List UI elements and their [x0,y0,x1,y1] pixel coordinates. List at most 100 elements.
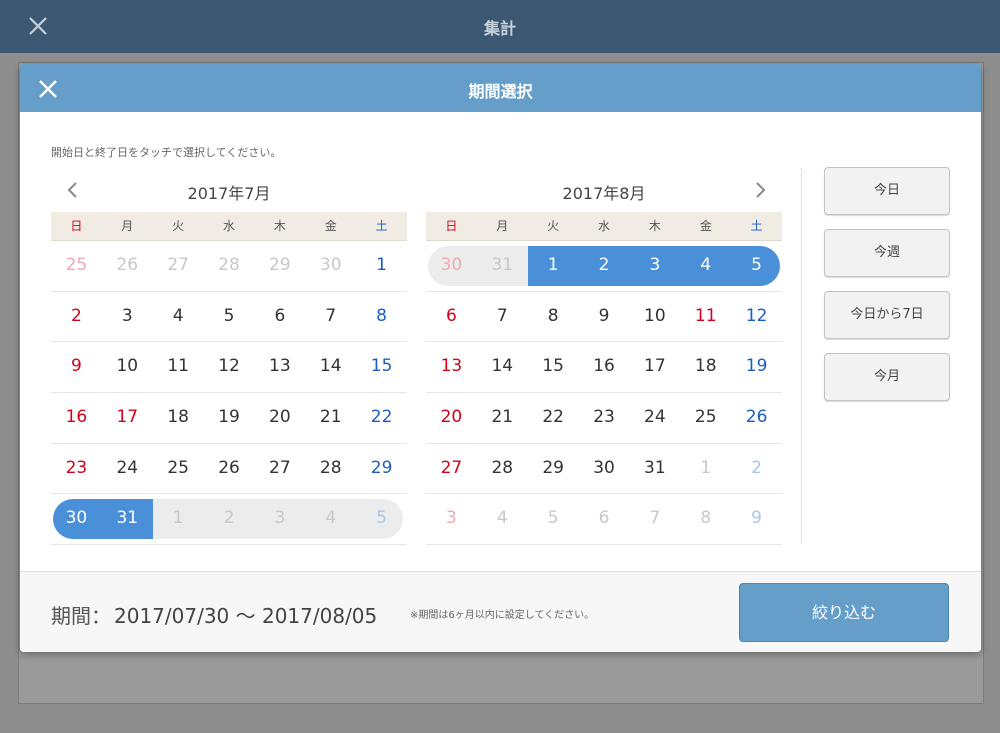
date-cell[interactable]: 23 [51,444,102,494]
date-cell[interactable]: 11 [153,342,204,392]
week-row: 27 28 29 30 31 1 2 [426,444,782,495]
week-row: 3456789 [426,494,782,546]
date-cell[interactable]: 16 [579,342,630,392]
date-cell[interactable]: 1 [680,444,731,494]
date-cell[interactable]: 4 [477,494,528,544]
weekday-label: 木 [273,219,286,233]
week-row: 30 31 1 2 3 4 5 [51,494,407,546]
weekday-label: 土 [750,219,763,233]
date-cell[interactable]: 20 [426,393,477,443]
date-cell[interactable]: 29 [356,444,407,494]
date-cell[interactable]: 30 [51,494,102,544]
date-cell[interactable]: 8 [356,292,407,342]
date-cell[interactable]: 6 [579,494,630,544]
date-cell[interactable]: 25 [680,393,731,443]
date-cell[interactable]: 5 [204,292,255,342]
date-cell[interactable]: 10 [629,292,680,342]
date-cell[interactable]: 30 [579,444,630,494]
weekday-header: 日 月 火 水 木 金 土 [426,212,782,241]
date-cell[interactable]: 5 [528,494,579,544]
week-row: 9 10 11 12 13 14 15 [51,342,407,394]
date-cell[interactable]: 9 [51,342,102,392]
date-cell[interactable]: 22 [356,393,407,443]
date-cell[interactable]: 30 [305,241,356,291]
date-cell[interactable]: 7 [629,494,680,544]
date-cell[interactable]: 26 [731,393,782,443]
date-cell[interactable]: 11 [680,292,731,342]
date-cell[interactable]: 17 [102,393,153,443]
date-cell[interactable]: 25 [153,444,204,494]
date-cell[interactable]: 27 [254,444,305,494]
date-cell[interactable]: 15 [528,342,579,392]
date-cell[interactable]: 20 [254,393,305,443]
date-cell[interactable]: 9 [579,292,630,342]
date-cell[interactable]: 4 [680,241,731,291]
date-cell[interactable]: 5 [731,241,782,291]
date-cell[interactable]: 18 [153,393,204,443]
week-row: 13 14 15 16 17 18 19 [426,342,782,394]
date-cell[interactable]: 23 [579,393,630,443]
date-cell[interactable]: 7 [305,292,356,342]
date-cell[interactable]: 14 [477,342,528,392]
date-cell[interactable]: 29 [254,241,305,291]
weekday-label: 金 [699,219,712,233]
date-cell[interactable]: 13 [254,342,305,392]
date-cell[interactable]: 3 [426,494,477,544]
date-cell[interactable]: 4 [305,494,356,544]
date-cell[interactable]: 25 [51,241,102,291]
date-cell[interactable]: 26 [102,241,153,291]
date-cell[interactable]: 8 [528,292,579,342]
date-cell[interactable]: 17 [629,342,680,392]
date-cell[interactable]: 28 [477,444,528,494]
date-cell[interactable]: 22 [528,393,579,443]
apply-filter-button[interactable]: 絞り込む [739,583,949,642]
date-cell[interactable]: 28 [305,444,356,494]
date-cell[interactable]: 27 [153,241,204,291]
date-cell[interactable]: 31 [629,444,680,494]
date-cell[interactable]: 2 [51,292,102,342]
date-cell[interactable]: 9 [731,494,782,544]
date-cell[interactable]: 3 [254,494,305,544]
today-button[interactable]: 今日 [824,167,950,215]
date-cell[interactable]: 2 [204,494,255,544]
date-cell[interactable]: 19 [204,393,255,443]
date-cell[interactable]: 12 [731,292,782,342]
date-cell[interactable]: 29 [528,444,579,494]
date-cell[interactable]: 3 [102,292,153,342]
date-cell[interactable]: 2 [579,241,630,291]
date-cell[interactable]: 30 [426,241,477,291]
date-cell[interactable]: 12 [204,342,255,392]
date-cell[interactable]: 31 [477,241,528,291]
date-cell[interactable]: 24 [629,393,680,443]
date-cell[interactable]: 1 [356,241,407,291]
date-grid: 25 26 27 28 29 30 1 2 3 4 5 6 7 8 9 10 11 12 13 14 15 16 17 18 1… [51,241,407,546]
date-cell[interactable]: 31 [102,494,153,544]
weekday-label: 火 [547,219,560,233]
date-cell[interactable]: 2 [731,444,782,494]
date-cell[interactable]: 21 [477,393,528,443]
date-cell[interactable]: 8 [680,494,731,544]
date-cell[interactable]: 3 [629,241,680,291]
date-cell[interactable]: 1 [153,494,204,544]
date-cell[interactable]: 27 [426,444,477,494]
date-cell[interactable]: 10 [102,342,153,392]
date-cell[interactable]: 6 [426,292,477,342]
date-cell[interactable]: 21 [305,393,356,443]
seven-days-button[interactable]: 今日から7日 [824,291,950,339]
date-cell[interactable]: 1 [528,241,579,291]
date-cell[interactable]: 16 [51,393,102,443]
date-cell[interactable]: 5 [356,494,407,544]
date-cell[interactable]: 7 [477,292,528,342]
date-cell[interactable]: 24 [102,444,153,494]
this-month-button[interactable]: 今月 [824,353,950,401]
date-cell[interactable]: 6 [254,292,305,342]
date-cell[interactable]: 28 [204,241,255,291]
date-cell[interactable]: 26 [204,444,255,494]
date-cell[interactable]: 18 [680,342,731,392]
date-cell[interactable]: 15 [356,342,407,392]
date-cell[interactable]: 4 [153,292,204,342]
date-cell[interactable]: 19 [731,342,782,392]
date-cell[interactable]: 14 [305,342,356,392]
this-week-button[interactable]: 今週 [824,229,950,277]
date-cell[interactable]: 13 [426,342,477,392]
